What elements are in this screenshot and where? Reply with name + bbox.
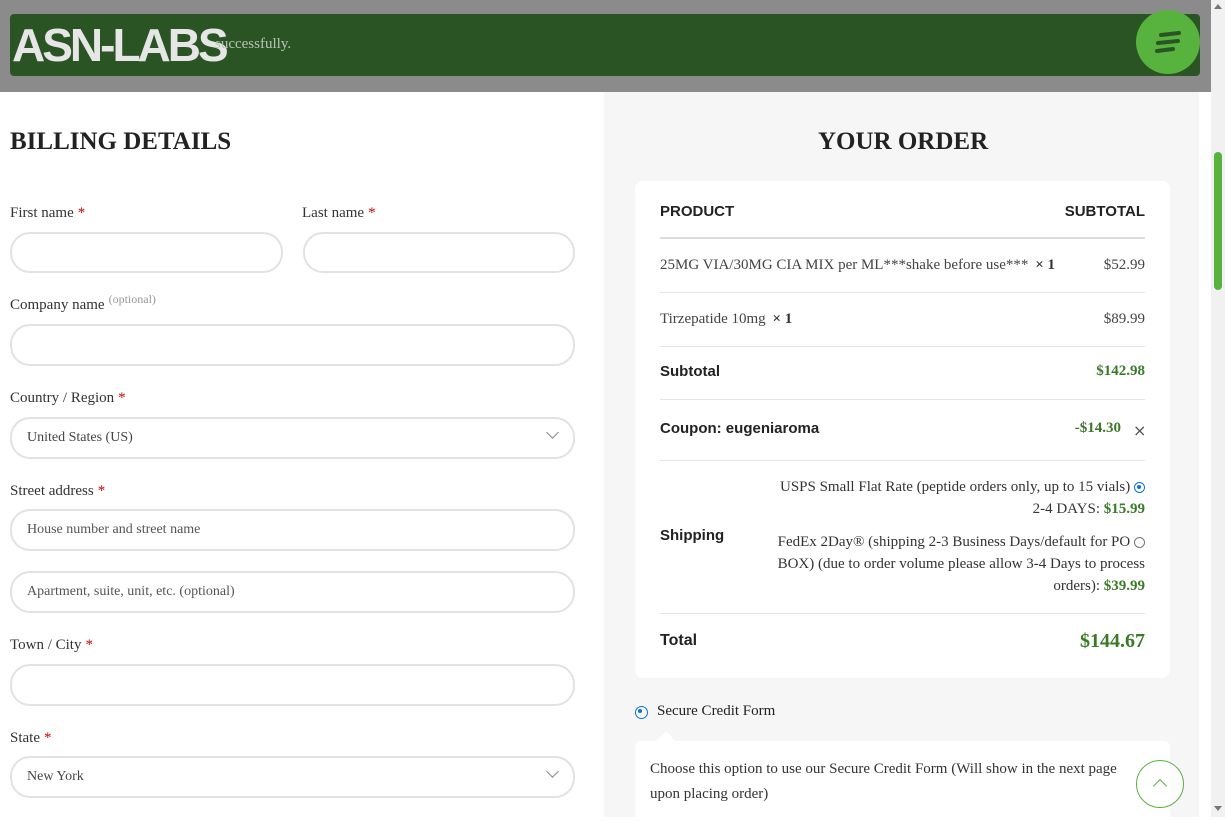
- company-label: Company name (optional): [10, 292, 156, 313]
- column-subtotal: SUBTOTAL: [1064, 203, 1145, 220]
- city-input[interactable]: [10, 664, 575, 706]
- coupon-label: Coupon: eugeniaroma: [660, 420, 820, 437]
- hamburger-icon: [1155, 31, 1181, 53]
- city-label: Town / City *: [10, 637, 93, 653]
- divider: [660, 346, 1145, 347]
- order-item-row: 25MG VIA/30MG CIA MIX per ML***shake bef…: [660, 257, 1145, 274]
- shipping-radio-selected[interactable]: [1134, 482, 1145, 494]
- shipping-option-usps[interactable]: USPS Small Flat Rate (peptide orders onl…: [700, 476, 1145, 520]
- scroll-up-arrow-icon[interactable]: [1214, 4, 1222, 9]
- billing-title: BILLING DETAILS: [10, 128, 232, 155]
- subtotal-row: Subtotal $142.98: [660, 363, 1145, 381]
- total-row: Total $144.67: [660, 630, 1145, 652]
- scrollbar-thumb[interactable]: [1214, 152, 1222, 290]
- notice-message: successfully.: [215, 36, 292, 52]
- item-name: Tirzepatide 10mg: [660, 311, 766, 327]
- divider: [660, 292, 1145, 293]
- country-label: Country / Region *: [10, 390, 126, 406]
- payment-description: Choose this option to use our Secure Cre…: [650, 761, 1117, 802]
- total-value: $144.67: [1080, 630, 1145, 652]
- apartment-input[interactable]: Apartment, suite, unit, etc. (optional): [10, 571, 575, 613]
- state-value: New York: [27, 769, 84, 784]
- state-label: State *: [10, 730, 52, 746]
- company-input[interactable]: [10, 324, 575, 366]
- shipping-radio[interactable]: [1134, 537, 1145, 549]
- item-quantity: × 1: [1035, 257, 1055, 273]
- shipping-option-fedex[interactable]: FedEx 2Day® (shipping 2-3 Business Days/…: [700, 531, 1145, 597]
- last-name-input[interactable]: [303, 232, 575, 273]
- order-title: YOUR ORDER: [818, 128, 989, 155]
- divider: [660, 399, 1145, 400]
- column-product: PRODUCT: [660, 203, 735, 220]
- street-input[interactable]: House number and street name: [10, 509, 575, 551]
- order-table-header: PRODUCT SUBTOTAL: [660, 203, 1145, 220]
- first-name-input[interactable]: [10, 232, 283, 273]
- subtotal-label: Subtotal: [660, 363, 720, 380]
- scroll-to-top-button[interactable]: [1136, 760, 1184, 808]
- country-select[interactable]: United States (US): [10, 417, 575, 459]
- divider: [660, 460, 1145, 461]
- item-price: $52.99: [1103, 257, 1145, 273]
- scroll-down-arrow-icon[interactable]: [1214, 806, 1222, 811]
- state-select[interactable]: New York: [10, 756, 575, 798]
- divider: [660, 237, 1145, 239]
- payment-method-label[interactable]: Secure Credit Form: [657, 703, 775, 720]
- item-price: $89.99: [1103, 311, 1145, 327]
- coupon-row: Coupon: eugeniaroma -$14.30: [660, 420, 1145, 438]
- item-quantity: × 1: [772, 311, 793, 327]
- divider: [660, 613, 1145, 614]
- coupon-value: -$14.30: [1074, 420, 1121, 436]
- country-value: United States (US): [27, 430, 133, 445]
- first-name-label: First name *: [10, 205, 86, 221]
- remove-coupon-icon[interactable]: ×: [1133, 421, 1146, 440]
- total-label: Total: [660, 632, 698, 649]
- chevron-down-icon: [546, 426, 559, 439]
- chevron-down-icon: [546, 765, 559, 778]
- payment-radio-selected[interactable]: [635, 706, 648, 719]
- site-logo[interactable]: ASN-LABS: [12, 22, 229, 68]
- last-name-label: Last name *: [302, 205, 376, 221]
- street-label: Street address *: [10, 483, 106, 499]
- scrollbar[interactable]: [1211, 0, 1225, 817]
- item-name: 25MG VIA/30MG CIA MIX per ML***shake bef…: [660, 257, 1029, 273]
- order-item-row: Tirzepatide 10mg × 1 $89.99: [660, 311, 1145, 328]
- menu-button[interactable]: [1136, 10, 1200, 74]
- subtotal-value: $142.98: [1096, 363, 1145, 379]
